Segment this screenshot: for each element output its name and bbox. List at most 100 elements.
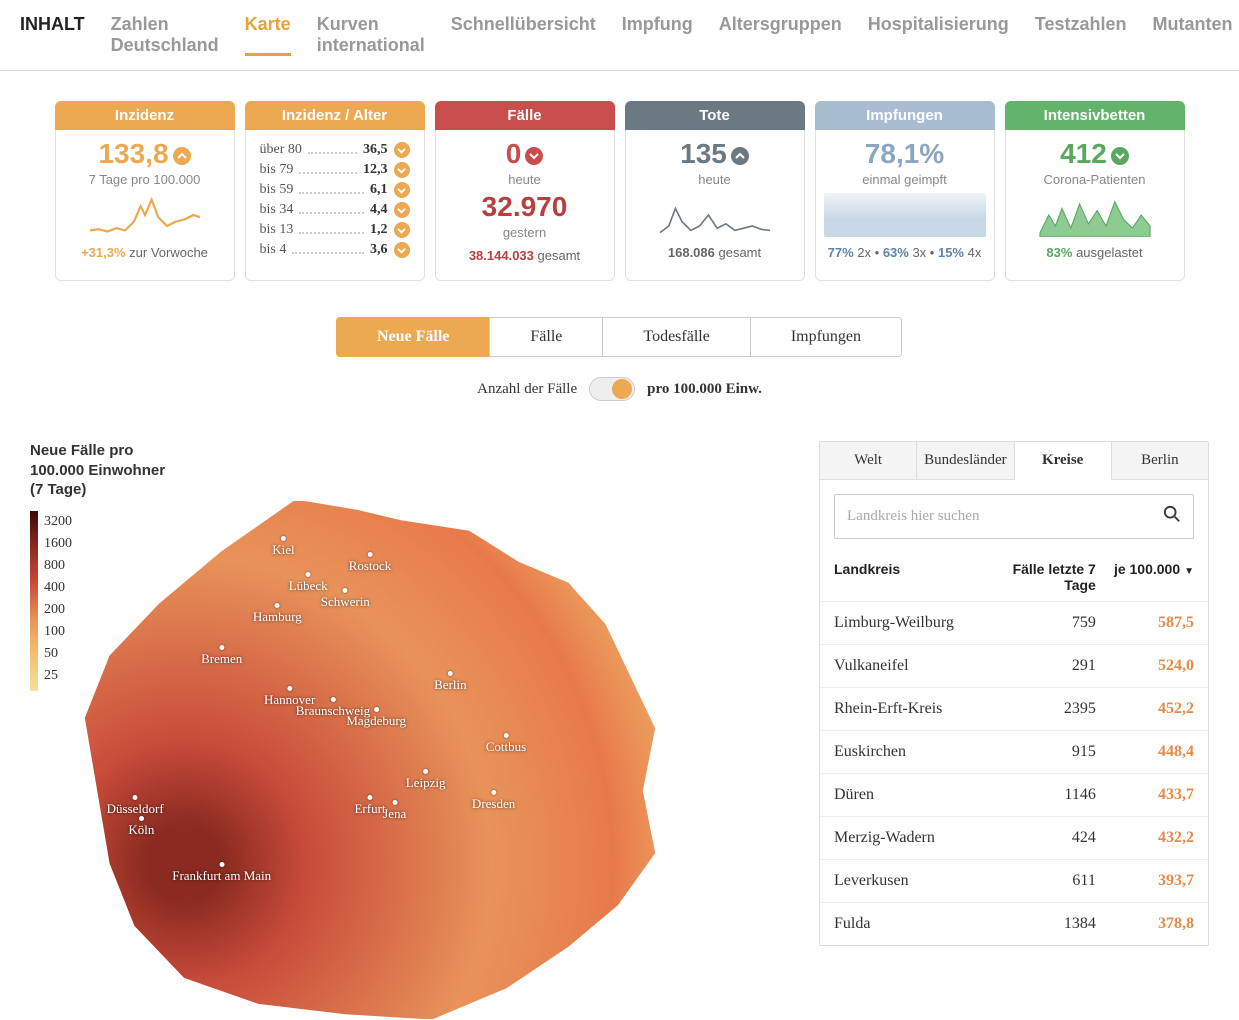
city-label[interactable]: Schwerin <box>321 588 370 610</box>
value-yesterday: 32.970 <box>436 191 614 223</box>
table-body: Limburg-Weilburg759587,5Vulkaneifel29152… <box>820 601 1208 945</box>
city-label[interactable]: Berlin <box>434 671 467 693</box>
value-today: 0 <box>436 138 614 170</box>
map-panel: Neue Fälle pro100.000 Einwohner(7 Tage) … <box>30 441 789 1020</box>
value: 412 <box>1006 138 1184 170</box>
nav-item[interactable]: Hospitalisierung <box>868 14 1009 56</box>
city-label[interactable]: Leipzig <box>406 769 446 791</box>
card-inzidenz-alter[interactable]: Inzidenz / Alter über 8036,5 bis 7912,3 bi… <box>245 101 425 281</box>
table-row[interactable]: Düren1146433,7 <box>820 773 1208 816</box>
age-row: bis 344,4 <box>260 202 410 218</box>
trend-up-icon <box>731 147 749 165</box>
table-row[interactable]: Rhein-Erft-Kreis2395452,2 <box>820 687 1208 730</box>
city-label[interactable]: Erfurt <box>354 795 385 817</box>
card-title: Inzidenz <box>55 101 235 130</box>
footer: 77% 2x • 63% 3x • 15% 4x <box>816 245 994 260</box>
city-label[interactable]: Hamburg <box>253 603 302 625</box>
city-label[interactable]: Köln <box>128 816 154 838</box>
kpi-cards: Inzidenz 133,8 7 Tage pro 100.000 +31,3%… <box>0 71 1239 311</box>
view-tabs: Neue FälleFälleTodesfälleImpfungen <box>0 317 1239 357</box>
card-faelle[interactable]: Fälle 0 heute 32.970 gestern 38.144.033 … <box>435 101 615 281</box>
value: 133,8 <box>56 138 234 170</box>
sparkline <box>1014 193 1176 237</box>
nav-item[interactable]: Altersgruppen <box>719 14 842 56</box>
region-tab[interactable]: Kreise <box>1015 442 1112 480</box>
area-chart <box>824 193 986 237</box>
nav-item[interactable]: Testzahlen <box>1035 14 1127 56</box>
nav-item[interactable]: Impfung <box>622 14 693 56</box>
view-tab[interactable]: Neue Fälle <box>336 317 490 357</box>
card-title: Impfungen <box>815 101 995 130</box>
nav-item[interactable]: Karte <box>245 14 291 56</box>
city-label[interactable]: Cottbus <box>486 733 526 755</box>
region-tab[interactable]: Bundesländer <box>917 442 1014 480</box>
region-tabs: WeltBundesländerKreiseBerlin <box>820 442 1208 480</box>
city-label[interactable]: Rostock <box>349 552 392 574</box>
age-breakdown: über 8036,5 bis 7912,3 bis 596,1 bis 344,4 b… <box>246 130 424 270</box>
view-tab[interactable]: Impfungen <box>750 317 902 357</box>
nav-item[interactable]: Mutanten <box>1152 14 1232 56</box>
nav-item[interactable]: INHALT <box>20 14 85 56</box>
nav-item[interactable]: Zahlen Deutschland <box>111 14 219 56</box>
city-label[interactable]: Bremen <box>201 645 242 667</box>
table-row[interactable]: Euskirchen915448,4 <box>820 730 1208 773</box>
city-label[interactable]: Magdeburg <box>346 707 406 729</box>
footer: 38.144.033 gesamt <box>436 248 614 263</box>
subtitle: Corona-Patienten <box>1006 172 1184 187</box>
region-tab[interactable]: Berlin <box>1112 442 1208 480</box>
city-label[interactable]: Dresden <box>472 790 515 812</box>
table-row[interactable]: Vulkaneifel291524,0 <box>820 644 1208 687</box>
table-row[interactable]: Merzig-Wadern424432,2 <box>820 816 1208 859</box>
trend-down-icon <box>525 147 543 165</box>
footer: 83% ausgelastet <box>1006 245 1184 260</box>
age-row: bis 596,1 <box>260 182 410 198</box>
card-title: Tote <box>625 101 805 130</box>
card-inzidenz[interactable]: Inzidenz 133,8 7 Tage pro 100.000 +31,3%… <box>55 101 235 281</box>
th-faelle[interactable]: Fälle letzte 7 Tage <box>987 561 1096 593</box>
trend-up-icon <box>173 147 191 165</box>
germany-map[interactable]: KielRostockLübeckSchwerinHamburgBremenBe… <box>60 500 680 1020</box>
city-label[interactable]: Frankfurt am Main <box>172 862 271 884</box>
subtitle: 7 Tage pro 100.000 <box>56 172 234 187</box>
table-row[interactable]: Leverkusen611393,7 <box>820 859 1208 902</box>
view-tab[interactable]: Fälle <box>489 317 603 357</box>
mode-toggle-row: Anzahl der Fälle pro 100.000 Einw. <box>0 377 1239 401</box>
card-tote[interactable]: Tote 135 heute 168.086 gesamt <box>625 101 805 281</box>
label-today: heute <box>436 172 614 187</box>
label-yesterday: gestern <box>436 225 614 240</box>
data-sidebar: WeltBundesländerKreiseBerlin Landkreis F… <box>819 441 1209 946</box>
map-container[interactable]: KielRostockLübeckSchwerinHamburgBremenBe… <box>60 500 789 1020</box>
city-label[interactable]: Kiel <box>272 536 294 558</box>
th-je100k[interactable]: je 100.000 <box>1096 561 1194 593</box>
search-input[interactable] <box>847 508 1163 525</box>
subtitle: einmal geimpft <box>816 172 994 187</box>
table-row[interactable]: Fulda1384378,8 <box>820 902 1208 945</box>
table-row[interactable]: Limburg-Weilburg759587,5 <box>820 601 1208 644</box>
nav-item[interactable]: Schnellübersicht <box>451 14 596 56</box>
city-label[interactable]: Jena <box>383 800 406 822</box>
th-landkreis[interactable]: Landkreis <box>834 561 987 593</box>
value-today: 135 <box>626 138 804 170</box>
age-row: bis 7912,3 <box>260 162 410 178</box>
card-title: Inzidenz / Alter <box>245 101 425 130</box>
card-intensiv[interactable]: Intensivbetten 412 Corona-Patienten 83% … <box>1005 101 1185 281</box>
card-title: Fälle <box>435 101 615 130</box>
region-tab[interactable]: Welt <box>820 442 917 480</box>
card-impfungen[interactable]: Impfungen 78,1% einmal geimpft 77% 2x • … <box>815 101 995 281</box>
age-row: bis 43,6 <box>260 242 410 258</box>
top-nav: INHALT Zahlen Deutschland Karte Kurven inte… <box>0 0 1239 71</box>
city-label[interactable]: Düsseldorf <box>107 795 164 817</box>
value: 78,1% <box>816 138 994 170</box>
sparkline <box>634 193 796 237</box>
age-row: über 8036,5 <box>260 142 410 158</box>
sparkline <box>64 193 226 237</box>
view-tab[interactable]: Todesfälle <box>602 317 750 357</box>
search-icon[interactable] <box>1163 505 1181 528</box>
footer: +31,3% zur Vorwoche <box>56 245 234 260</box>
trend-down-icon <box>1111 147 1129 165</box>
toggle-switch[interactable] <box>589 377 635 401</box>
search-box[interactable] <box>834 494 1194 539</box>
nav-item[interactable]: Kurven international <box>317 14 425 56</box>
label-today: heute <box>626 172 804 187</box>
card-title: Intensivbetten <box>1005 101 1185 130</box>
